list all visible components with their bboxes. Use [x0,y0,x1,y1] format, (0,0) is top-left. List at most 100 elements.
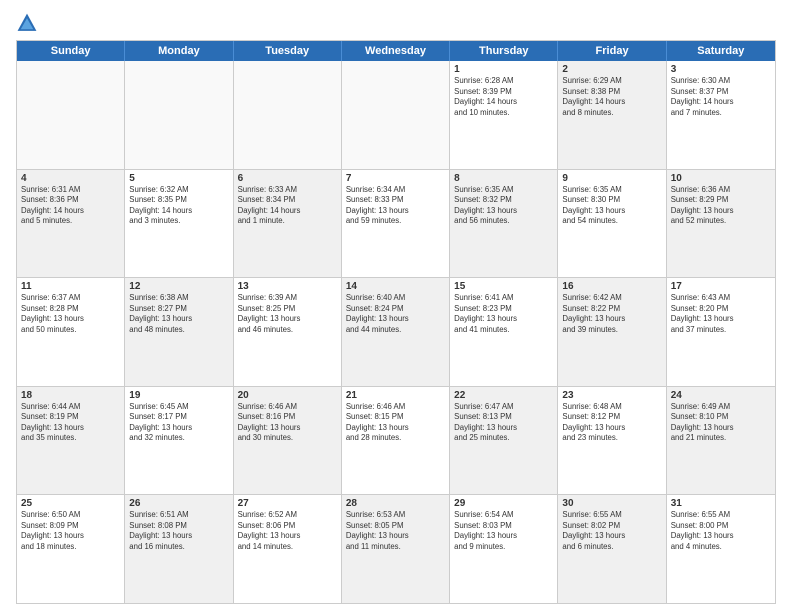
calendar-cell: 8Sunrise: 6:35 AM Sunset: 8:32 PM Daylig… [450,170,558,278]
day-info: Sunrise: 6:35 AM Sunset: 8:30 PM Dayligh… [562,185,661,227]
header [16,12,776,34]
calendar-cell: 26Sunrise: 6:51 AM Sunset: 8:08 PM Dayli… [125,495,233,603]
calendar-cell: 7Sunrise: 6:34 AM Sunset: 8:33 PM Daylig… [342,170,450,278]
calendar-row: 11Sunrise: 6:37 AM Sunset: 8:28 PM Dayli… [17,278,775,387]
day-info: Sunrise: 6:31 AM Sunset: 8:36 PM Dayligh… [21,185,120,227]
calendar-cell: 24Sunrise: 6:49 AM Sunset: 8:10 PM Dayli… [667,387,775,495]
day-number: 16 [562,281,661,292]
calendar-cell: 29Sunrise: 6:54 AM Sunset: 8:03 PM Dayli… [450,495,558,603]
calendar-cell: 28Sunrise: 6:53 AM Sunset: 8:05 PM Dayli… [342,495,450,603]
day-info: Sunrise: 6:35 AM Sunset: 8:32 PM Dayligh… [454,185,553,227]
day-number: 18 [21,390,120,401]
day-number: 8 [454,173,553,184]
day-info: Sunrise: 6:48 AM Sunset: 8:12 PM Dayligh… [562,402,661,444]
calendar-cell: 1Sunrise: 6:28 AM Sunset: 8:39 PM Daylig… [450,61,558,169]
day-info: Sunrise: 6:36 AM Sunset: 8:29 PM Dayligh… [671,185,771,227]
calendar-cell: 22Sunrise: 6:47 AM Sunset: 8:13 PM Dayli… [450,387,558,495]
calendar-cell: 9Sunrise: 6:35 AM Sunset: 8:30 PM Daylig… [558,170,666,278]
day-info: Sunrise: 6:37 AM Sunset: 8:28 PM Dayligh… [21,293,120,335]
calendar-cell [17,61,125,169]
day-info: Sunrise: 6:43 AM Sunset: 8:20 PM Dayligh… [671,293,771,335]
calendar-cell: 17Sunrise: 6:43 AM Sunset: 8:20 PM Dayli… [667,278,775,386]
day-number: 28 [346,498,445,509]
calendar-header-row: SundayMondayTuesdayWednesdayThursdayFrid… [17,41,775,61]
calendar-body: 1Sunrise: 6:28 AM Sunset: 8:39 PM Daylig… [17,61,775,603]
calendar-cell: 25Sunrise: 6:50 AM Sunset: 8:09 PM Dayli… [17,495,125,603]
day-info: Sunrise: 6:40 AM Sunset: 8:24 PM Dayligh… [346,293,445,335]
day-number: 25 [21,498,120,509]
calendar-cell: 18Sunrise: 6:44 AM Sunset: 8:19 PM Dayli… [17,387,125,495]
day-info: Sunrise: 6:33 AM Sunset: 8:34 PM Dayligh… [238,185,337,227]
day-info: Sunrise: 6:55 AM Sunset: 8:00 PM Dayligh… [671,510,771,552]
calendar-cell [234,61,342,169]
calendar-cell: 4Sunrise: 6:31 AM Sunset: 8:36 PM Daylig… [17,170,125,278]
day-number: 23 [562,390,661,401]
day-info: Sunrise: 6:54 AM Sunset: 8:03 PM Dayligh… [454,510,553,552]
logo [16,12,42,34]
calendar-cell: 15Sunrise: 6:41 AM Sunset: 8:23 PM Dayli… [450,278,558,386]
day-info: Sunrise: 6:45 AM Sunset: 8:17 PM Dayligh… [129,402,228,444]
day-info: Sunrise: 6:29 AM Sunset: 8:38 PM Dayligh… [562,76,661,118]
calendar-header-cell: Wednesday [342,41,450,61]
day-number: 7 [346,173,445,184]
day-number: 21 [346,390,445,401]
day-number: 30 [562,498,661,509]
day-number: 1 [454,64,553,75]
day-number: 22 [454,390,553,401]
day-info: Sunrise: 6:41 AM Sunset: 8:23 PM Dayligh… [454,293,553,335]
day-info: Sunrise: 6:47 AM Sunset: 8:13 PM Dayligh… [454,402,553,444]
day-info: Sunrise: 6:50 AM Sunset: 8:09 PM Dayligh… [21,510,120,552]
day-number: 31 [671,498,771,509]
calendar-header-cell: Sunday [17,41,125,61]
calendar-cell [125,61,233,169]
day-number: 17 [671,281,771,292]
day-info: Sunrise: 6:30 AM Sunset: 8:37 PM Dayligh… [671,76,771,118]
day-info: Sunrise: 6:49 AM Sunset: 8:10 PM Dayligh… [671,402,771,444]
day-number: 15 [454,281,553,292]
calendar-cell [342,61,450,169]
day-number: 19 [129,390,228,401]
day-number: 2 [562,64,661,75]
calendar-cell: 11Sunrise: 6:37 AM Sunset: 8:28 PM Dayli… [17,278,125,386]
calendar-cell: 21Sunrise: 6:46 AM Sunset: 8:15 PM Dayli… [342,387,450,495]
day-number: 12 [129,281,228,292]
day-info: Sunrise: 6:44 AM Sunset: 8:19 PM Dayligh… [21,402,120,444]
day-number: 14 [346,281,445,292]
day-info: Sunrise: 6:52 AM Sunset: 8:06 PM Dayligh… [238,510,337,552]
day-info: Sunrise: 6:38 AM Sunset: 8:27 PM Dayligh… [129,293,228,335]
day-number: 20 [238,390,337,401]
calendar-header-cell: Monday [125,41,233,61]
calendar-cell: 3Sunrise: 6:30 AM Sunset: 8:37 PM Daylig… [667,61,775,169]
calendar-row: 4Sunrise: 6:31 AM Sunset: 8:36 PM Daylig… [17,170,775,279]
page: SundayMondayTuesdayWednesdayThursdayFrid… [0,0,792,612]
day-number: 11 [21,281,120,292]
calendar-cell: 14Sunrise: 6:40 AM Sunset: 8:24 PM Dayli… [342,278,450,386]
calendar-row: 25Sunrise: 6:50 AM Sunset: 8:09 PM Dayli… [17,495,775,603]
day-number: 4 [21,173,120,184]
calendar-cell: 5Sunrise: 6:32 AM Sunset: 8:35 PM Daylig… [125,170,233,278]
calendar-cell: 2Sunrise: 6:29 AM Sunset: 8:38 PM Daylig… [558,61,666,169]
calendar-cell: 13Sunrise: 6:39 AM Sunset: 8:25 PM Dayli… [234,278,342,386]
calendar-cell: 30Sunrise: 6:55 AM Sunset: 8:02 PM Dayli… [558,495,666,603]
day-number: 24 [671,390,771,401]
day-number: 5 [129,173,228,184]
day-number: 10 [671,173,771,184]
day-info: Sunrise: 6:46 AM Sunset: 8:15 PM Dayligh… [346,402,445,444]
calendar: SundayMondayTuesdayWednesdayThursdayFrid… [16,40,776,604]
calendar-cell: 16Sunrise: 6:42 AM Sunset: 8:22 PM Dayli… [558,278,666,386]
calendar-header-cell: Saturday [667,41,775,61]
calendar-cell: 27Sunrise: 6:52 AM Sunset: 8:06 PM Dayli… [234,495,342,603]
calendar-cell: 23Sunrise: 6:48 AM Sunset: 8:12 PM Dayli… [558,387,666,495]
day-info: Sunrise: 6:55 AM Sunset: 8:02 PM Dayligh… [562,510,661,552]
day-number: 26 [129,498,228,509]
day-number: 9 [562,173,661,184]
calendar-cell: 12Sunrise: 6:38 AM Sunset: 8:27 PM Dayli… [125,278,233,386]
logo-icon [16,12,38,34]
calendar-row: 1Sunrise: 6:28 AM Sunset: 8:39 PM Daylig… [17,61,775,170]
day-info: Sunrise: 6:28 AM Sunset: 8:39 PM Dayligh… [454,76,553,118]
calendar-header-cell: Friday [558,41,666,61]
calendar-cell: 20Sunrise: 6:46 AM Sunset: 8:16 PM Dayli… [234,387,342,495]
calendar-row: 18Sunrise: 6:44 AM Sunset: 8:19 PM Dayli… [17,387,775,496]
day-number: 13 [238,281,337,292]
day-info: Sunrise: 6:46 AM Sunset: 8:16 PM Dayligh… [238,402,337,444]
